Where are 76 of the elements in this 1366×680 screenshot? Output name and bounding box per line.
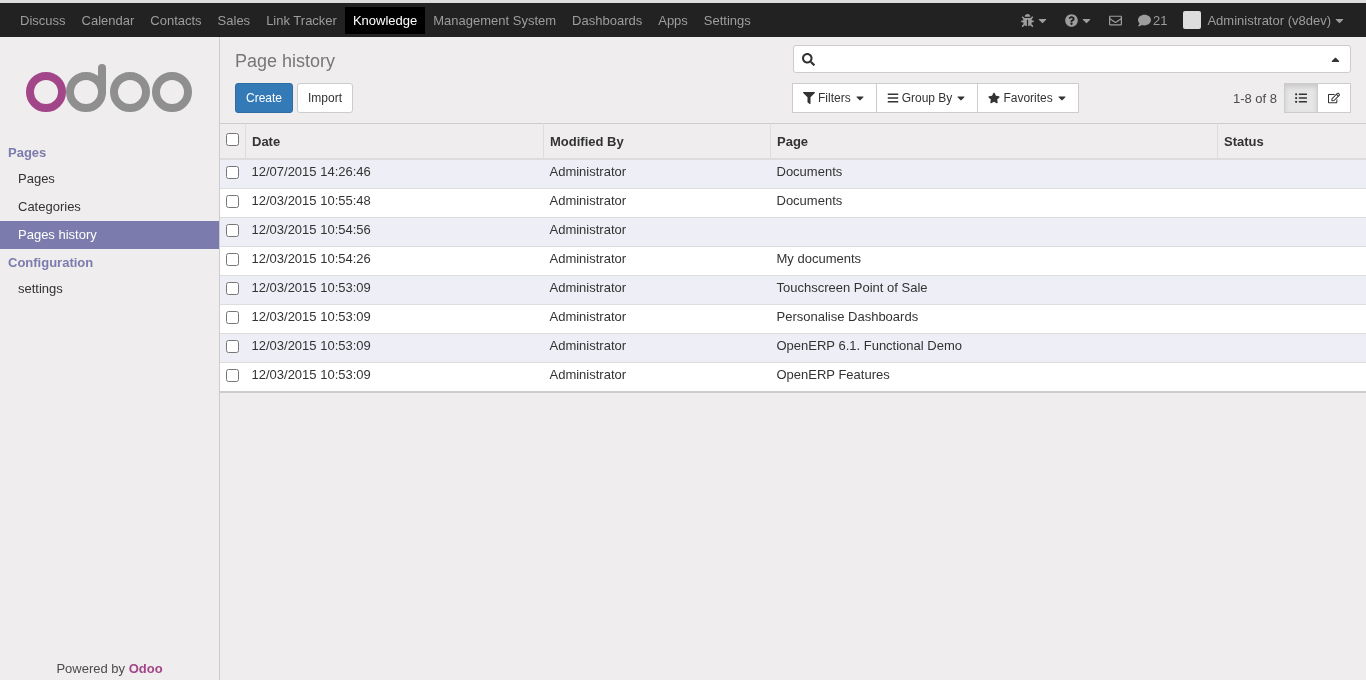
menu-item[interactable]: Link Tracker	[258, 6, 345, 34]
avatar	[1183, 11, 1202, 29]
table-cell: 12/07/2015 14:26:46	[251, 164, 371, 179]
view-switch-button[interactable]	[1284, 83, 1318, 113]
table-cell: 12/03/2015 10:53:09	[251, 280, 371, 295]
search-field[interactable]	[793, 45, 1351, 73]
table-cell: Administrator	[549, 193, 627, 208]
menu-item[interactable]: Apps	[650, 6, 696, 34]
sidebar-item[interactable]: Pages history	[0, 221, 219, 249]
edit-icon	[1328, 92, 1340, 104]
bars-icon	[886, 92, 899, 104]
row-checkbox[interactable]	[226, 166, 239, 179]
table-cell: Administrator	[549, 280, 627, 295]
row-checkbox[interactable]	[226, 253, 239, 266]
envelope-icon[interactable]	[1109, 13, 1122, 27]
help-icon[interactable]	[1065, 13, 1078, 27]
table-cell: 12/03/2015 10:54:56	[251, 222, 371, 237]
sidebar-item[interactable]: settings	[0, 275, 219, 303]
sidebar-item[interactable]: Categories	[0, 193, 219, 221]
list-icon	[1295, 92, 1307, 104]
table-cell: Administrator	[549, 309, 627, 324]
table-cell: Personalise Dashboards	[776, 309, 919, 324]
menu-item[interactable]: Knowledge	[344, 6, 426, 34]
table-cell: OpenERP 6.1. Functional Demo	[776, 338, 962, 353]
table-cell: OpenERP Features	[776, 367, 890, 382]
table-cell: Documents	[776, 164, 843, 179]
filter-dropdown-button[interactable]: Favorites	[977, 83, 1079, 113]
select-all-checkbox[interactable]	[226, 133, 239, 146]
table-cell: 12/03/2015 10:53:09	[251, 338, 371, 353]
menu-item[interactable]: Dashboards	[564, 6, 651, 34]
create-button[interactable]: Create	[235, 83, 294, 113]
row-checkbox[interactable]	[226, 224, 239, 237]
row-checkbox[interactable]	[226, 195, 239, 208]
filter-dropdown-button[interactable]: Filters	[792, 83, 877, 113]
column-header[interactable]: Page	[770, 123, 1218, 159]
row-checkbox[interactable]	[226, 311, 239, 324]
table-cell: Administrator	[549, 251, 627, 266]
menu-item[interactable]: Contacts	[142, 6, 210, 34]
table-cell: Administrator	[549, 338, 627, 353]
bug-icon[interactable]	[1021, 13, 1034, 27]
column-header[interactable]: Status	[1217, 123, 1366, 159]
user-menu[interactable]: Administrator (v8dev)	[1207, 12, 1331, 28]
column-header[interactable]: Date	[245, 123, 544, 159]
search-icon	[802, 52, 815, 66]
row-checkbox[interactable]	[226, 340, 239, 353]
menu-item[interactable]: Management System	[425, 6, 565, 34]
menu-item[interactable]: Settings	[695, 6, 759, 34]
import-button[interactable]: Import	[297, 83, 354, 113]
table-cell: Administrator	[549, 164, 627, 179]
chat-icon[interactable]	[1138, 13, 1151, 27]
row-checkbox[interactable]	[226, 282, 239, 295]
sidebar-section-title: Configuration	[7, 254, 95, 272]
table-cell: 12/03/2015 10:53:09	[251, 309, 371, 324]
star-icon	[988, 92, 1001, 104]
filter-dropdown-button[interactable]: Group By	[875, 83, 979, 113]
column-header[interactable]: Modified By	[543, 123, 771, 159]
sidebar-item[interactable]: Pages	[0, 165, 219, 193]
menu-item[interactable]: Calendar	[73, 6, 143, 34]
powered-by-text: Powered by Odoo	[55, 660, 164, 678]
table-cell: My documents	[776, 251, 862, 266]
message-count: 21	[1153, 12, 1168, 28]
table-cell: 12/03/2015 10:53:09	[251, 367, 371, 382]
row-checkbox[interactable]	[226, 369, 239, 382]
page-title: Page history	[235, 50, 337, 73]
view-switch-button[interactable]	[1317, 83, 1351, 113]
table-cell: Documents	[776, 193, 843, 208]
menu-item[interactable]: Sales	[209, 6, 259, 34]
table-cell: 12/03/2015 10:54:26	[251, 251, 371, 266]
table-cell: Administrator	[549, 222, 627, 237]
table-cell: Touchscreen Point of Sale	[776, 280, 928, 295]
menu-item[interactable]: Discuss	[12, 6, 74, 34]
sidebar-section-title: Pages	[7, 144, 48, 162]
filter-icon	[803, 92, 815, 104]
table-cell: Administrator	[549, 367, 627, 382]
pager-text: 1-8 of 8	[1232, 90, 1277, 106]
table-cell: 12/03/2015 10:55:48	[251, 193, 371, 208]
